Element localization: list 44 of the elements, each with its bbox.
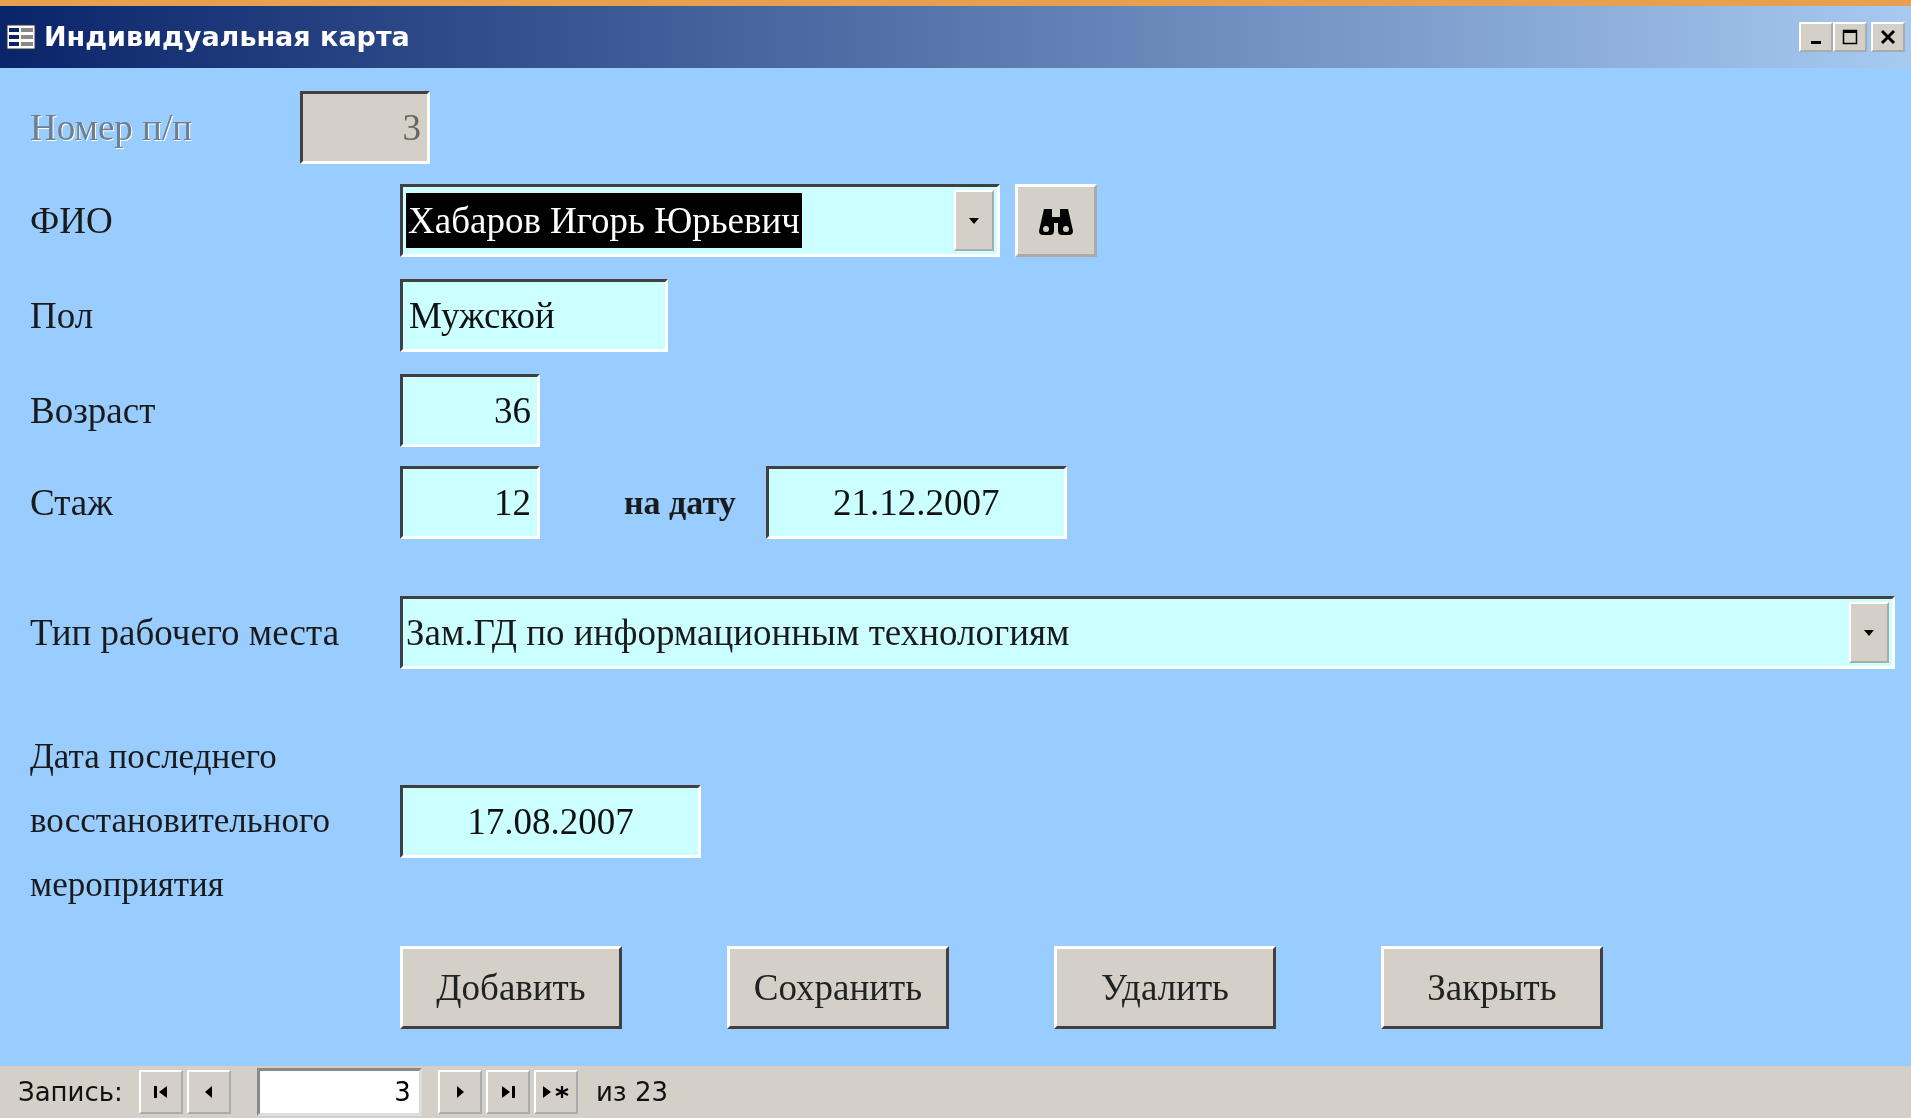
record-number-field[interactable]: 3 xyxy=(256,1068,422,1116)
action-button[interactable]: Добавить xyxy=(400,946,622,1029)
input-field[interactable]: 17.08.2007 xyxy=(400,784,701,858)
combo-box[interactable]: Хабаров Игорь Юрьевич xyxy=(400,184,1000,257)
dropdown-arrow-icon xyxy=(1863,628,1875,637)
record-count: из 23 xyxy=(595,1075,668,1109)
new-record-icon xyxy=(541,1084,570,1100)
input-field[interactable]: 36 xyxy=(400,374,540,447)
first-record-icon xyxy=(152,1085,169,1099)
previous-record-icon xyxy=(203,1085,214,1099)
input-field[interactable]: 12 xyxy=(400,466,540,539)
new-record-button[interactable] xyxy=(533,1070,578,1114)
field-label: Тип рабочего места xyxy=(30,610,341,655)
field-label: ФИО xyxy=(30,198,114,243)
minimize-button[interactable] xyxy=(1799,22,1833,52)
field-label: Пол xyxy=(30,293,95,338)
maximize-icon xyxy=(1842,29,1858,45)
close-icon xyxy=(1880,29,1896,45)
next-record-icon xyxy=(454,1085,465,1099)
field-label: Возраст xyxy=(30,388,157,433)
binoculars-icon xyxy=(1038,206,1074,235)
next-record-button[interactable] xyxy=(437,1070,482,1114)
field-label: Номер п/п xyxy=(30,105,193,150)
field-label: Дата последнего восстановительного мероприятия xyxy=(30,736,331,906)
find-button[interactable] xyxy=(1015,184,1097,257)
action-button[interactable]: Удалить xyxy=(1054,946,1276,1029)
minimize-icon xyxy=(1811,40,1821,44)
action-button[interactable]: Закрыть xyxy=(1381,946,1603,1029)
first-record-button[interactable] xyxy=(138,1070,183,1114)
window-title: Индивидуальная карта xyxy=(44,19,410,54)
last-record-icon xyxy=(499,1085,516,1099)
form-icon xyxy=(6,24,36,50)
maximize-button[interactable] xyxy=(1833,22,1867,52)
input-field[interactable]: Мужской xyxy=(400,279,668,352)
previous-record-button[interactable] xyxy=(186,1070,231,1114)
field-label: Стаж xyxy=(30,480,114,525)
input-field[interactable]: 21.12.2007 xyxy=(765,466,1067,539)
close-button[interactable] xyxy=(1871,22,1905,52)
action-button[interactable]: Сохранить xyxy=(727,946,949,1029)
dropdown-arrow-icon xyxy=(968,216,980,225)
record-label: Запись: xyxy=(18,1075,123,1109)
combo-box[interactable]: Зам.ГД по информационным технологиям xyxy=(400,596,1895,669)
last-record-button[interactable] xyxy=(485,1070,530,1114)
field-label: на дату xyxy=(624,483,736,523)
